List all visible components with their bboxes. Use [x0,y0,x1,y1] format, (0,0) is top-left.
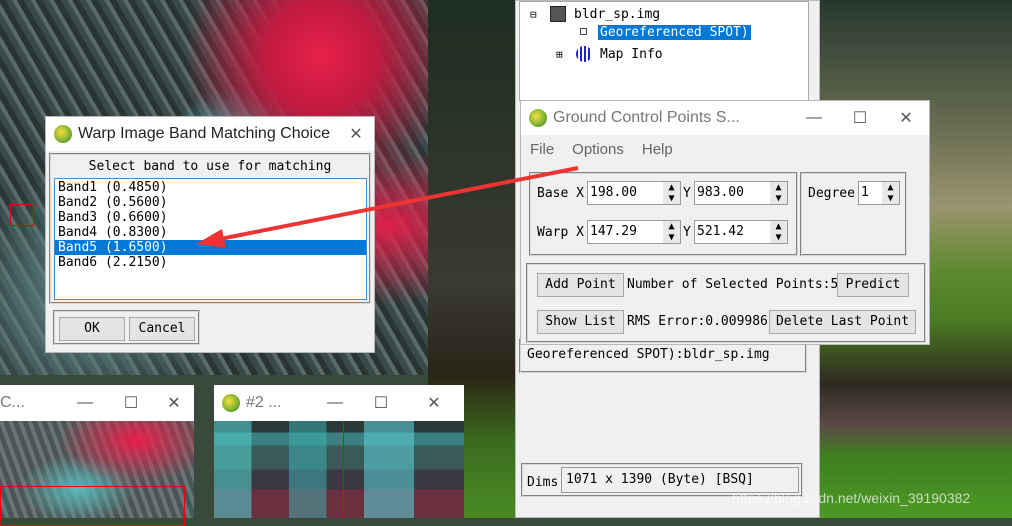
arrow-head [196,229,226,248]
annotation-arrow [196,166,579,248]
arrow-shaft [214,166,579,242]
watermark: https://blog.csdn.net/weixin_39190382 [732,490,971,506]
